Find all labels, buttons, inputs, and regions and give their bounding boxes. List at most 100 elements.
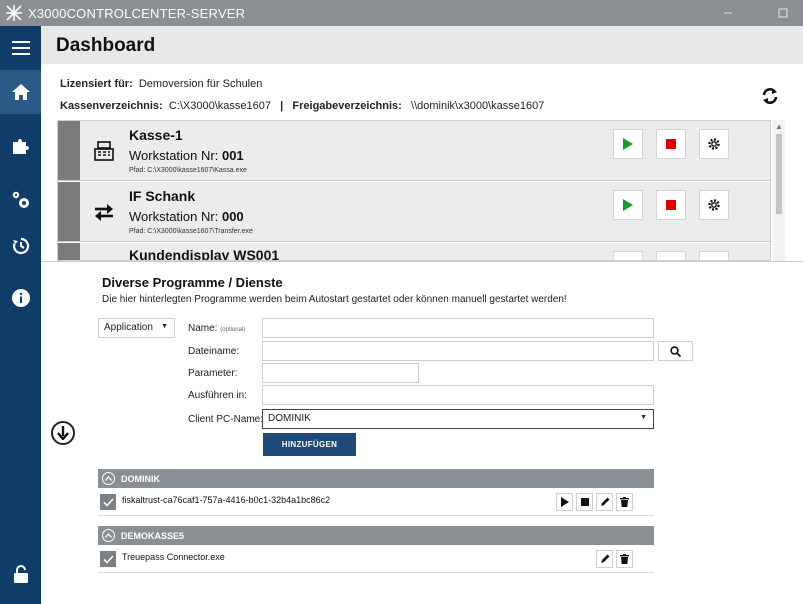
page-title: Dashboard	[56, 35, 156, 56]
arrow-down-icon	[57, 426, 69, 440]
workstation-list: Kasse-1 Workstation Nr: 001 Pfad: C:\X30…	[57, 120, 771, 261]
start-button[interactable]	[613, 251, 643, 260]
history-icon	[12, 237, 29, 255]
browse-button[interactable]	[658, 341, 693, 361]
workstation-number: Workstation Nr: 000	[129, 209, 244, 224]
app-logo-icon	[0, 0, 28, 26]
entry-delete-button[interactable]	[616, 493, 633, 511]
stop-icon	[666, 139, 676, 149]
ausfuehren-label: Ausführen in:	[188, 390, 247, 401]
kassen-value: C:\X3000\kasse1607	[168, 100, 271, 112]
trash-icon	[620, 554, 629, 564]
minimize-button[interactable]	[713, 0, 743, 26]
start-button[interactable]	[613, 129, 643, 159]
pencil-icon	[600, 497, 609, 506]
refresh-icon[interactable]	[760, 86, 780, 111]
scroll-down-button[interactable]	[51, 421, 75, 445]
workstation-name: Kasse-1	[129, 127, 183, 143]
workstation-path: Pfad: C:\X3000\kasse1607\Transfer.exe	[129, 228, 253, 235]
gear-icon	[708, 138, 720, 150]
dateiname-label: Dateiname:	[188, 346, 240, 357]
sidebar-item-history[interactable]	[0, 224, 41, 268]
autostart-checkbox[interactable]	[100, 494, 116, 510]
sidebar-item-lock[interactable]	[0, 552, 41, 596]
scroll-thumb[interactable]	[776, 134, 782, 214]
license-label: Lizensiert für:	[60, 78, 133, 90]
gear-icon	[708, 199, 720, 211]
row-status-bar	[58, 182, 80, 241]
workstation-row: IF Schank Workstation Nr: 000 Pfad: C:\X…	[58, 182, 770, 242]
programs-title: Diverse Programme / Dienste	[102, 275, 283, 290]
autostart-checkbox[interactable]	[100, 551, 116, 567]
stop-button[interactable]	[656, 190, 686, 220]
sidebar-item-modules[interactable]	[0, 124, 41, 168]
cash-register-icon	[92, 139, 118, 165]
license-info: Lizensiert für: Demoversion für Schulen	[60, 78, 262, 90]
pencil-icon	[600, 554, 609, 563]
name-input[interactable]	[262, 318, 654, 338]
chevron-down-icon: ▼	[640, 414, 647, 421]
sidebar-item-settings[interactable]	[0, 178, 41, 222]
dateiname-input[interactable]	[262, 341, 654, 361]
settings-button[interactable]	[699, 190, 729, 220]
start-button[interactable]	[613, 190, 643, 220]
chevron-down-icon: ▼	[161, 323, 168, 330]
entry-delete-button[interactable]	[616, 550, 633, 568]
programs-panel: Diverse Programme / Dienste Die hier hin…	[41, 261, 803, 604]
menu-icon[interactable]	[0, 26, 41, 70]
group-header-demokasse5[interactable]: DEMOKASSE5	[98, 526, 654, 545]
programs-subtitle: Die hier hinterlegten Programme werden b…	[102, 294, 567, 305]
add-button[interactable]: HINZUFÜGEN	[263, 433, 356, 456]
group-header-dominik[interactable]: DOMINIK	[98, 469, 654, 488]
stop-button[interactable]	[656, 251, 686, 260]
list-item: fiskaltrust-ca76caf1-757a-4416-b0c1-32b4…	[98, 488, 654, 516]
sidebar-item-info[interactable]	[0, 276, 41, 320]
entry-name: fiskaltrust-ca76caf1-757a-4416-b0c1-32b4…	[122, 495, 331, 505]
type-select[interactable]: Application ▼	[98, 318, 175, 338]
type-select-value: Application	[104, 322, 153, 333]
play-icon	[560, 497, 569, 507]
stop-button[interactable]	[656, 129, 686, 159]
ausfuehren-input[interactable]	[262, 385, 654, 405]
play-icon	[623, 138, 633, 150]
workstation-name: Kundendisplay WS001	[129, 247, 280, 261]
entry-edit-button[interactable]	[596, 493, 613, 511]
settings-button[interactable]	[699, 251, 729, 260]
row-status-bar	[58, 243, 80, 260]
gears-icon	[12, 191, 29, 208]
transfer-arrows-icon	[92, 200, 118, 226]
maximize-button[interactable]	[768, 0, 798, 26]
entry-start-button[interactable]	[556, 493, 573, 511]
license-value: Demoversion für Schulen	[138, 78, 263, 90]
play-icon	[623, 199, 633, 211]
trash-icon	[620, 497, 629, 507]
entry-stop-button[interactable]	[576, 493, 593, 511]
workstation-row: Kundendisplay WS001	[58, 243, 770, 261]
entry-edit-button[interactable]	[596, 550, 613, 568]
check-icon	[102, 497, 114, 507]
settings-button[interactable]	[699, 129, 729, 159]
home-icon	[11, 84, 30, 100]
chevron-up-icon[interactable]	[102, 529, 115, 542]
client-select[interactable]: DOMINIK ▼	[262, 409, 654, 429]
page-header: Dashboard	[41, 26, 803, 64]
list-item: Treuepass Connector.exe	[98, 545, 654, 573]
client-select-value: DOMINIK	[268, 413, 311, 424]
name-label: Name: (optional)	[188, 323, 246, 334]
stop-icon	[666, 200, 676, 210]
search-icon	[670, 345, 681, 357]
client-label: Client PC-Name:	[188, 414, 264, 425]
title-bar: X3000CONTROLCENTER-SERVER	[0, 0, 803, 26]
window-title: X3000CONTROLCENTER-SERVER	[28, 5, 246, 21]
freigabe-value: \\dominik\x3000\kasse1607	[411, 100, 545, 112]
chevron-up-icon[interactable]	[102, 472, 115, 485]
info-icon	[11, 289, 30, 307]
scroll-up-icon[interactable]: ▲	[775, 122, 783, 131]
stop-icon	[580, 498, 589, 506]
parameter-input[interactable]	[262, 363, 419, 383]
list-scrollbar[interactable]: ▲	[773, 120, 785, 261]
parameter-label: Parameter:	[188, 368, 238, 379]
sidebar-item-home[interactable]	[0, 70, 41, 114]
row-status-bar	[58, 121, 80, 180]
workstation-number: Workstation Nr: 001	[129, 148, 244, 163]
